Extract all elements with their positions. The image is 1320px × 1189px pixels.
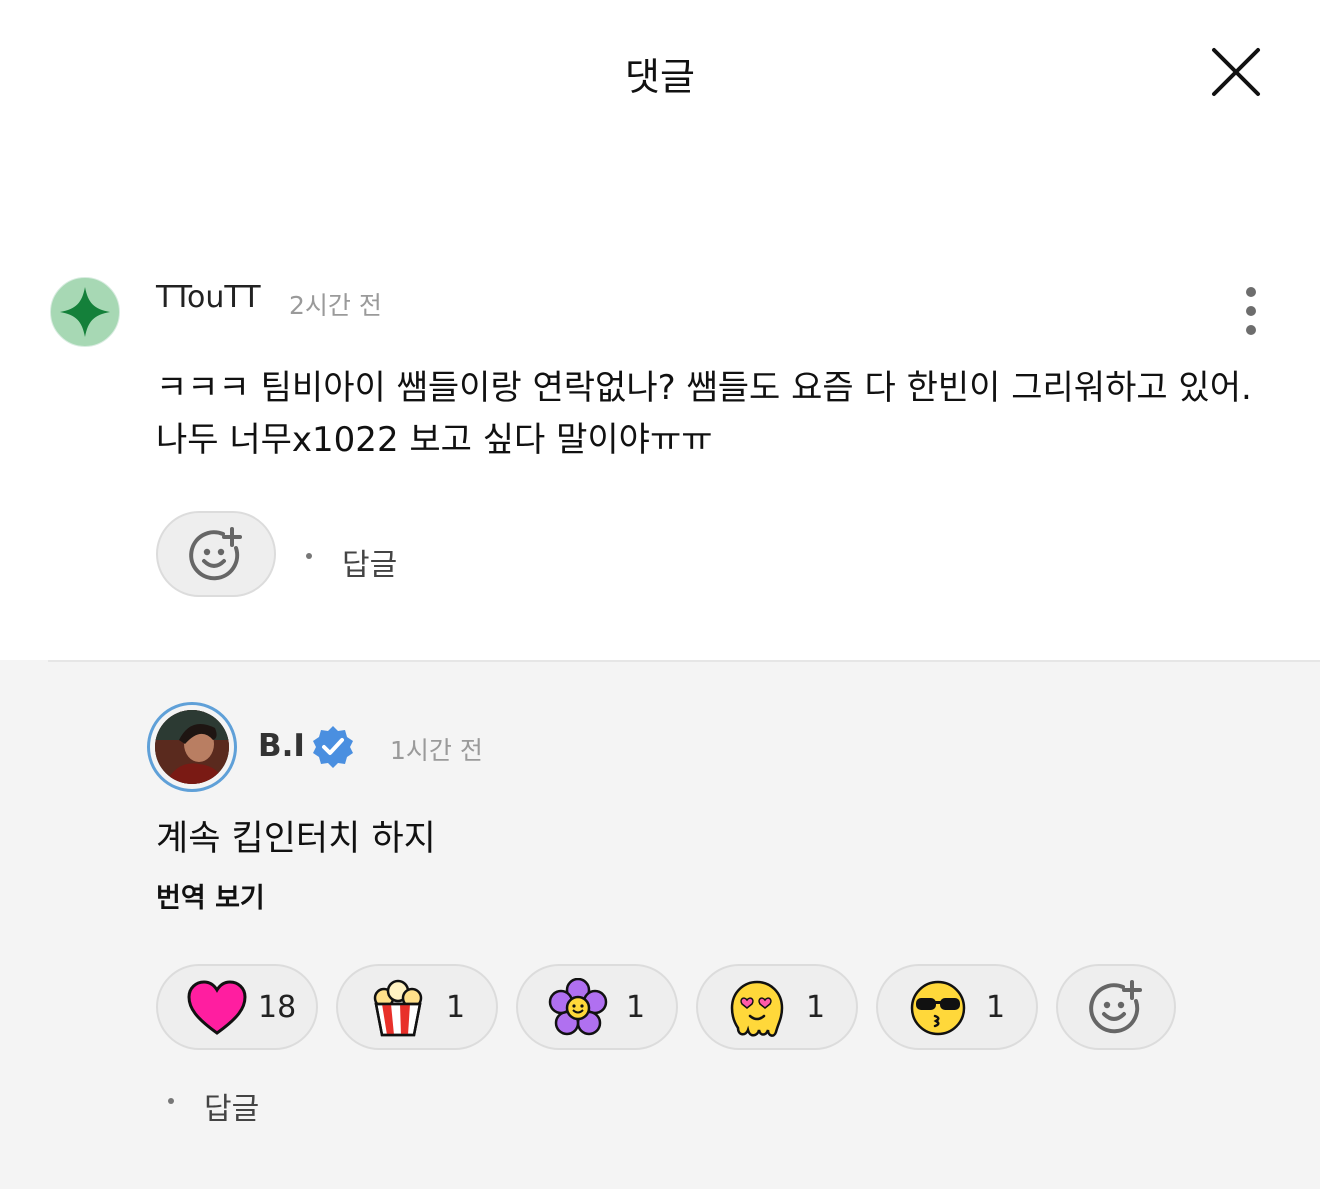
- avatar[interactable]: [147, 702, 237, 792]
- reply-button[interactable]: 답글: [204, 1084, 259, 1128]
- reaction-pill-heart[interactable]: 18: [156, 964, 318, 1050]
- reaction-count: 18: [258, 990, 297, 1025]
- comment-text-line: 나두 너무x1022 보고 싶다 말이야ㅠㅠ: [156, 420, 713, 460]
- page-title: 댓글: [625, 55, 695, 99]
- reaction-pill-melting[interactable]: 1: [696, 964, 858, 1050]
- reaction-count: 1: [626, 990, 646, 1025]
- header: 댓글: [0, 0, 1320, 150]
- avatar-photo: [155, 710, 229, 784]
- comment-time: 2시간 전: [289, 291, 382, 320]
- add-reaction-button[interactable]: [156, 511, 276, 597]
- flower-icon: [548, 978, 608, 1036]
- popcorn-icon: [373, 979, 423, 1037]
- reaction-pill-flower[interactable]: 1: [516, 964, 678, 1050]
- verified-badge-icon: [313, 726, 353, 768]
- reaction-pill-sunglasses[interactable]: 1: [876, 964, 1038, 1050]
- sunglasses-kiss-icon: [910, 980, 966, 1036]
- melting-heart-eyes-icon: [730, 980, 784, 1037]
- close-icon: [1212, 48, 1260, 96]
- reaction-count: 1: [806, 990, 826, 1025]
- comment-text: ㅋㅋㅋ 팀비아이 쌤들이랑 연락없나? 쌤들도 요즘 다 한빈이 그리워하고 있…: [156, 362, 1276, 466]
- reaction-pill-popcorn[interactable]: 1: [336, 964, 498, 1050]
- reaction-count: 1: [446, 990, 466, 1025]
- avatar[interactable]: [50, 277, 120, 347]
- heart-icon: [187, 980, 247, 1035]
- add-reaction-button[interactable]: [1056, 964, 1176, 1050]
- separator-dot: [168, 1098, 174, 1104]
- reaction-count: 1: [986, 990, 1006, 1025]
- more-options-button[interactable]: [1232, 284, 1272, 340]
- add-reaction-icon: [1089, 980, 1142, 1034]
- close-button[interactable]: [1206, 44, 1266, 104]
- translate-button[interactable]: 번역 보기: [156, 876, 265, 915]
- reply-button[interactable]: 답글: [342, 540, 397, 584]
- reply-author[interactable]: B.I: [258, 728, 305, 764]
- comment-text-line: ㅋㅋㅋ 팀비아이 쌤들이랑 연락없나? 쌤들도 요즘 다 한빈이 그리워하고 있…: [156, 368, 1252, 408]
- green-sparkle-icon: [60, 287, 110, 337]
- reply-text: 계속 킵인터치 하지: [156, 819, 436, 859]
- separator-dot: [306, 553, 312, 559]
- comment-author[interactable]: TTouTT: [156, 280, 261, 315]
- divider: [48, 660, 1320, 662]
- add-reaction-icon: [189, 527, 242, 581]
- reply-time: 1시간 전: [390, 736, 483, 765]
